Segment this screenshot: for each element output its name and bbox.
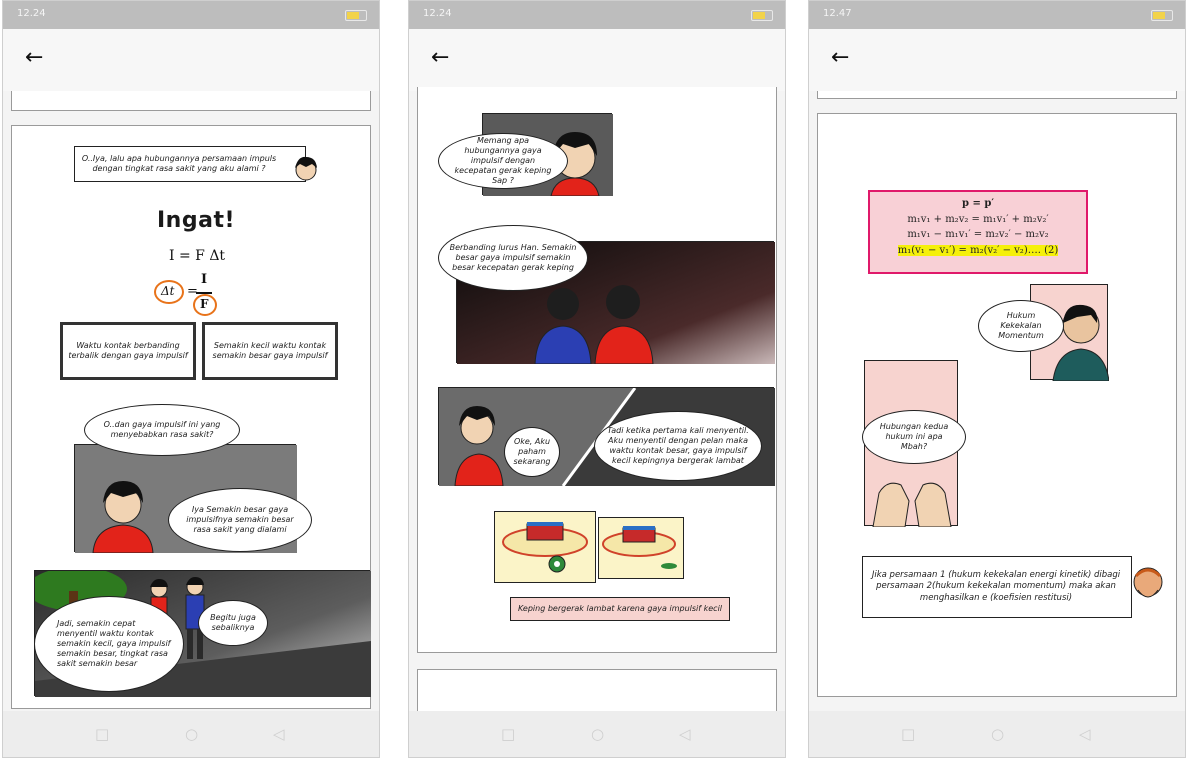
caption-keping: Keping bergerak lambat karena gaya impul… [510, 597, 730, 621]
recent-apps-icon[interactable]: □ [501, 725, 515, 743]
question-caption: O..Iya, lalu apa hubungannya persamaan i… [74, 146, 306, 182]
speech-bubble-hukum: Hukum Kekekalan Momentum [978, 300, 1064, 352]
recent-apps-icon[interactable]: □ [901, 725, 915, 743]
back-arrow-icon[interactable]: ← [831, 47, 849, 69]
equation-4: m₁(v₁ − v₁′) = m₂(v₂′ − v₂)…. (2) [878, 243, 1078, 259]
app-bar: ← [3, 29, 379, 91]
equation-3: m₁v₁ − m₁v₁′ = m₂v₂′ − m₂v₂ [907, 229, 1049, 240]
app-bar: ← [809, 29, 1185, 91]
speech-bubble-iya: Iya Semakin besar gaya impulsifnya semak… [168, 488, 312, 552]
status-bar: 12.24 [409, 1, 785, 29]
battery-icon [345, 10, 367, 21]
back-arrow-icon[interactable]: ← [25, 47, 43, 69]
status-time: 12.47 [823, 8, 852, 19]
next-page-card [417, 669, 777, 713]
box-semakin-kecil: Semakin kecil waktu kontak semakin besar… [202, 322, 338, 380]
back-arrow-icon[interactable]: ← [431, 47, 449, 69]
speech-bubble-tadi: Tadi ketika pertama kali menyentil. Aku … [594, 411, 762, 481]
status-time: 12.24 [423, 8, 452, 19]
coin-stack-illustration-2 [602, 526, 677, 569]
momentum-equations: p = p′ m₁v₁ + m₂v₂ = m₁v₁′ + m₂v₂′ m₁v₁ … [868, 190, 1088, 274]
phone-screen-1: 12.24 ← O..Iya, lalu apa hubungannya per… [2, 0, 380, 758]
speech-bubble-oke: Oke, Aku paham sekarang [504, 427, 560, 477]
speech-bubble-hubungan: Hubungan kedua hukum ini apa Mbah? [862, 410, 966, 464]
back-nav-icon[interactable]: ◁ [679, 725, 691, 743]
speech-bubble-berbanding: Berbanding lurus Han. Semakin besar gaya… [438, 225, 588, 291]
speech-bubble-begitu-juga: Begitu juga sebaliknya [198, 600, 268, 646]
app-bar: ← [409, 29, 785, 91]
impulse-formula: I = F Δt [169, 248, 226, 264]
formula-numerator: I [201, 272, 208, 287]
coin-stack-illustration [502, 522, 588, 573]
status-bar: 12.24 [3, 1, 379, 29]
comic-page[interactable]: p = p′ m₁v₁ + m₂v₂ = m₁v₁′ + m₂v₂′ m₁v₁ … [817, 113, 1177, 697]
status-time: 12.24 [17, 8, 46, 19]
home-icon[interactable]: ○ [991, 725, 1004, 743]
nav-bar: □ ○ ◁ [3, 711, 379, 757]
ingat-title: Ingat! [157, 208, 235, 233]
status-bar: 12.47 [809, 1, 1185, 29]
back-nav-icon[interactable]: ◁ [273, 725, 285, 743]
formula-denominator: F [200, 297, 209, 311]
comic-page[interactable]: Memang apa hubungannya gaya impulsif den… [417, 87, 777, 653]
speech-bubble-gaya-impulsif: O..dan gaya impulsif ini yang menyebabka… [84, 404, 240, 456]
equation-1: p = p′ [962, 198, 994, 209]
comic-panel-coins-2 [598, 517, 684, 579]
recent-apps-icon[interactable]: □ [95, 725, 109, 743]
back-nav-icon[interactable]: ◁ [1079, 725, 1091, 743]
previous-page-edge [11, 91, 371, 111]
nav-bar: □ ○ ◁ [809, 711, 1185, 757]
equation-2: m₁v₁ + m₂v₂ = m₁v₁′ + m₂v₂′ [907, 213, 1049, 225]
comic-page[interactable]: O..Iya, lalu apa hubungannya persamaan i… [11, 125, 371, 709]
equation-4-highlight: m₁(v₁ − v₁′) = m₂(v₂′ − v₂)…. (2) [897, 244, 1059, 256]
battery-icon [751, 10, 773, 21]
home-icon[interactable]: ○ [185, 725, 198, 743]
phone-screen-2: 12.24 ← Memang apa hubungannya gaya impu… [408, 0, 786, 758]
speech-bubble-memang: Memang apa hubungannya gaya impulsif den… [438, 133, 568, 189]
battery-icon [1151, 10, 1173, 21]
nav-bar: □ ○ ◁ [409, 711, 785, 757]
box-waktu-kontak: Waktu kontak berbanding terbalik dengan … [60, 322, 196, 380]
boy-face-small [295, 156, 317, 181]
home-icon[interactable]: ○ [591, 725, 604, 743]
caption-jika-persamaan: Jika persamaan 1 (hukum kekekalan energi… [862, 556, 1132, 618]
grandpa-face [1133, 567, 1163, 598]
phone-screen-3: 12.47 ← p = p′ m₁v₁ + m₂v₂ = m₁v₁′ + m₂v… [808, 0, 1186, 758]
formula-dt: Δt [161, 284, 175, 298]
comic-panel-coins-1 [494, 511, 596, 583]
speech-bubble-jadi: Jadi, semakin cepat menyentil waktu kont… [34, 596, 184, 692]
previous-page-edge [817, 91, 1177, 99]
